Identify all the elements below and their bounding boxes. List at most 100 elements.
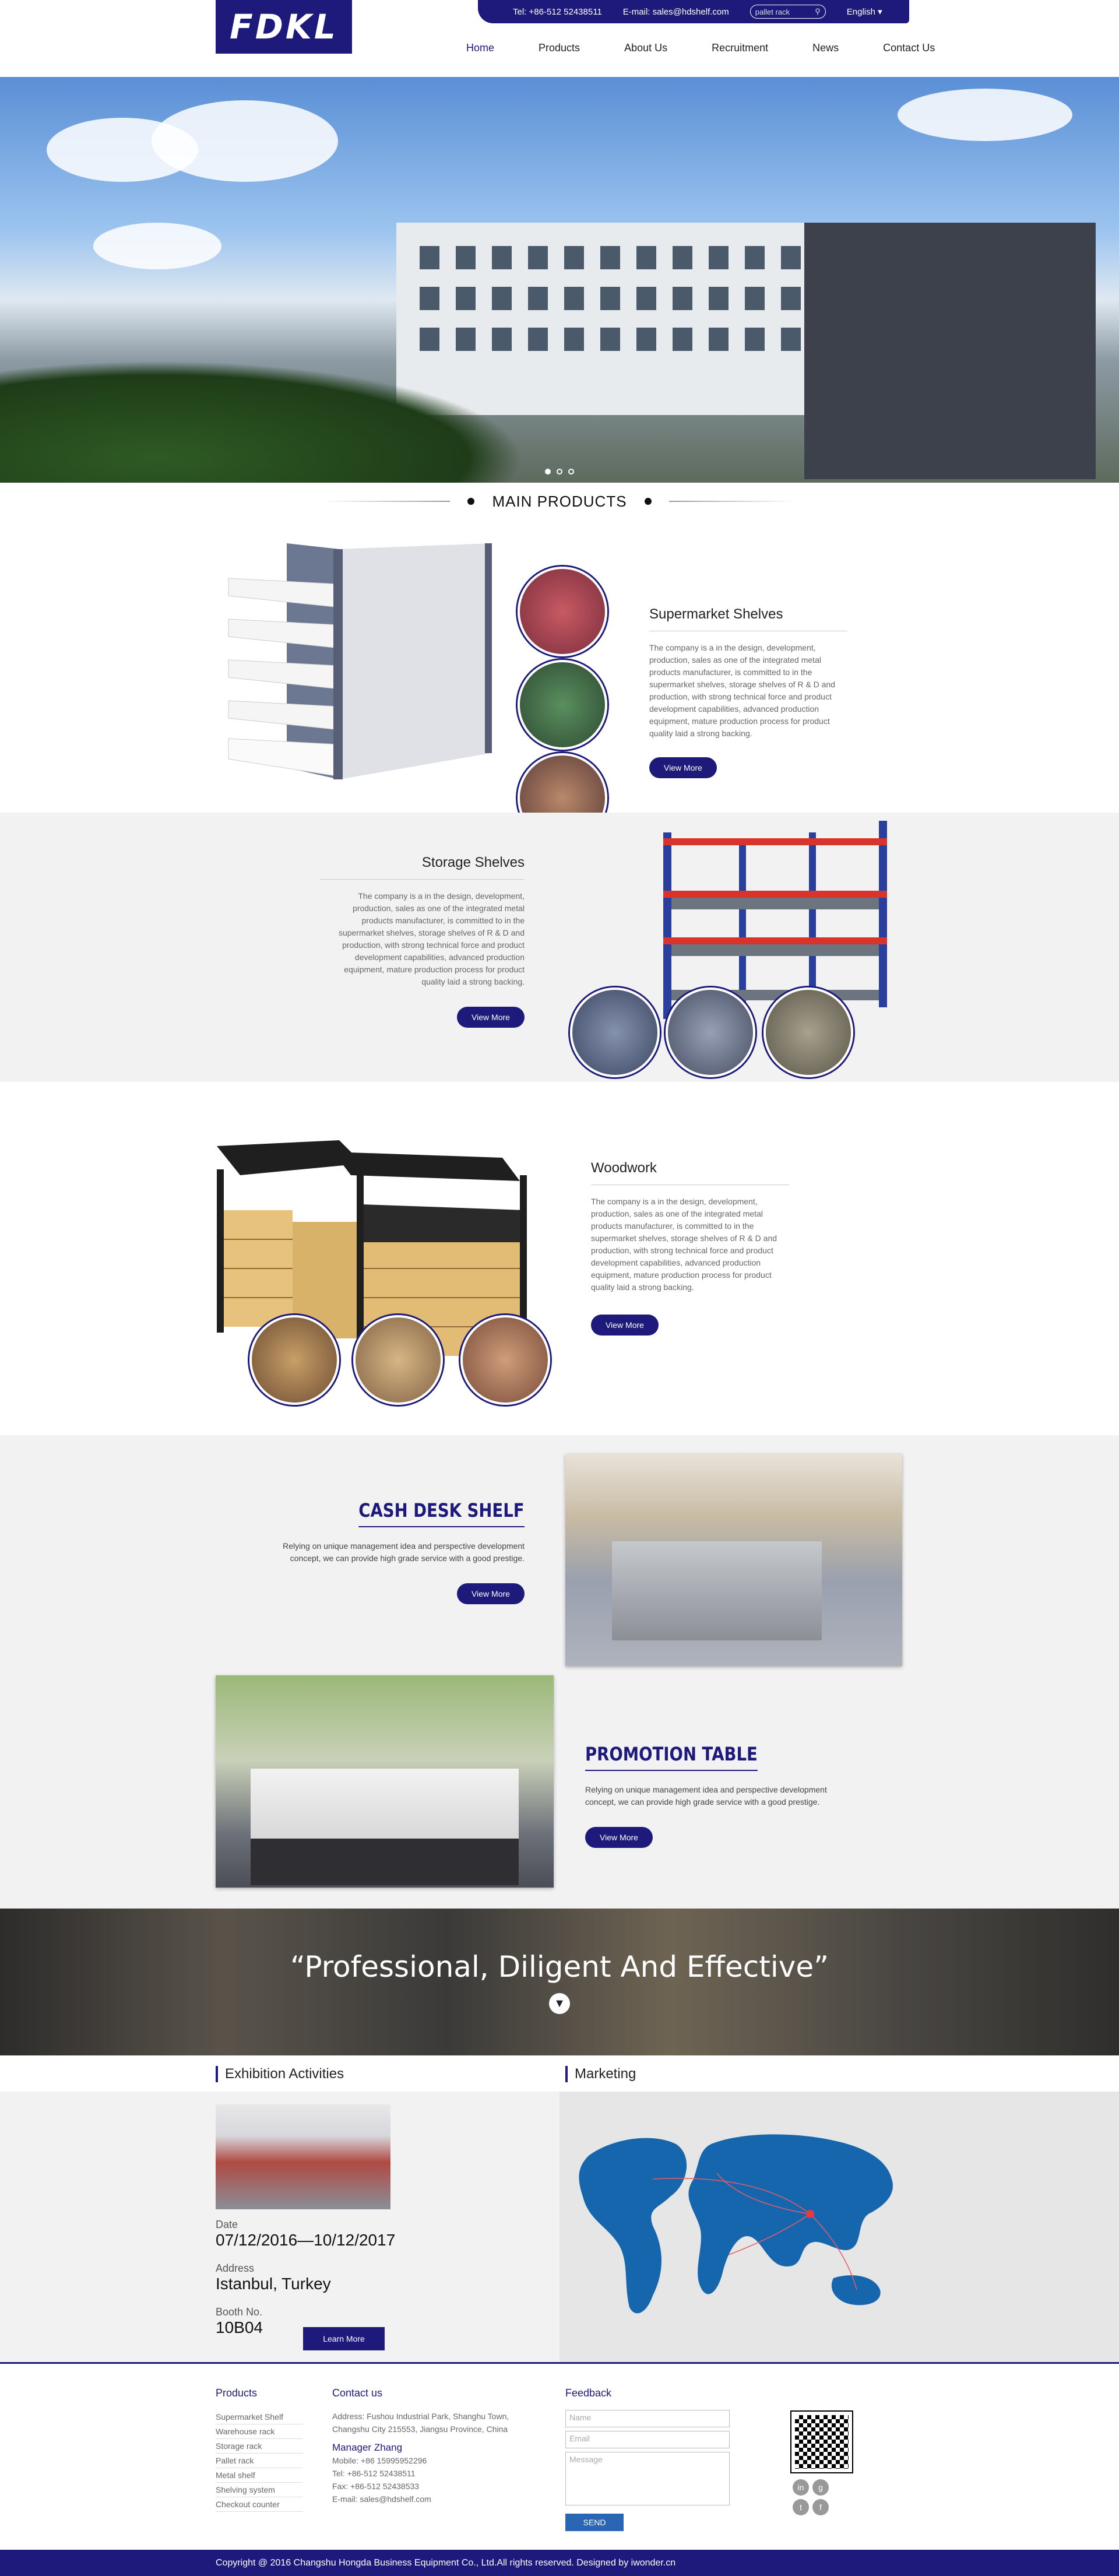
product-thumbnail[interactable]	[460, 1315, 550, 1405]
chevron-down-icon[interactable]: ▼	[549, 1993, 570, 2014]
exhibition-details: Date 07/12/2016—10/12/2017 Address Istan…	[216, 2219, 395, 2337]
product-woodwork: Woodwork The company is a in the design,…	[0, 1082, 1119, 1435]
search-icon[interactable]: ⚲	[815, 7, 821, 16]
search-input[interactable]: pallet rack	[755, 8, 790, 16]
product-thumbnail[interactable]	[518, 660, 607, 750]
product-description: The company is a in the design, developm…	[591, 1197, 777, 1292]
marketing-heading: Marketing	[565, 2066, 636, 2082]
nav-home[interactable]: Home	[466, 42, 494, 54]
message-field[interactable]: Message	[565, 2452, 730, 2505]
view-more-button[interactable]: View More	[649, 757, 717, 778]
footer-manager: Manager Zhang	[332, 2442, 403, 2453]
product-thumbnail[interactable]	[518, 567, 607, 656]
product-description: Relying on unique management idea and pe…	[283, 1541, 525, 1563]
chevron-down-icon: ▾	[878, 7, 882, 17]
site-header: FDKL Tel: +86-512 52438511 E-mail: sales…	[0, 0, 1119, 77]
product-thumbnail[interactable]	[249, 1315, 339, 1405]
feedback-form: Feedback Name Email Message SEND	[565, 2387, 730, 2531]
footer-contact: Contact us Address: Fushou Industrial Pa…	[332, 2387, 530, 2505]
product-promotion-table: PROMOTION TABLE Relying on unique manage…	[585, 1743, 859, 1848]
address-value: Istanbul, Turkey	[216, 2275, 331, 2293]
footer-tel: Tel: +86-512 52438511	[332, 2469, 416, 2478]
slider-dot[interactable]	[568, 469, 574, 475]
nav-products[interactable]: Products	[539, 42, 580, 54]
facebook-icon[interactable]: f	[812, 2499, 829, 2515]
language-selector[interactable]: English ▾	[847, 6, 882, 17]
product-name: Supermarket Shelves	[649, 606, 847, 631]
footer-link[interactable]: Checkout counter	[216, 2497, 303, 2512]
marketing-panel	[560, 2092, 1119, 2362]
learn-more-button[interactable]: Learn More	[303, 2327, 385, 2350]
nav-news[interactable]: News	[812, 42, 839, 54]
promotion-table-image	[216, 1675, 554, 1888]
product-description: The company is a in the design, developm…	[338, 891, 525, 986]
address-label: Address	[216, 2262, 255, 2274]
product-thumbnail[interactable]	[570, 987, 660, 1077]
product-description: The company is a in the design, developm…	[649, 643, 836, 738]
exhibition-photo	[216, 2104, 390, 2209]
product-name: PROMOTION TABLE	[585, 1743, 758, 1771]
view-more-button[interactable]: View More	[591, 1315, 659, 1336]
footer-mobile: Mobile: +86 15995952296	[332, 2456, 427, 2465]
cloud-graphic	[152, 100, 338, 182]
product-name: CASH DESK SHELF	[358, 1499, 525, 1527]
header-email: E-mail: sales@hdshelf.com	[622, 6, 729, 17]
footer-link[interactable]: Supermarket Shelf	[216, 2410, 303, 2424]
product-thumbnail[interactable]	[763, 987, 853, 1077]
view-more-button[interactable]: View More	[457, 1583, 525, 1604]
cash-desk-image	[565, 1454, 902, 1666]
trees-image	[0, 360, 525, 483]
footer-link[interactable]: Warehouse rack	[216, 2424, 303, 2439]
footer-link[interactable]: Pallet rack	[216, 2454, 303, 2468]
site-logo[interactable]: FDKL	[216, 0, 352, 54]
product-thumbnail[interactable]	[666, 987, 755, 1077]
logo-text: FDKL	[230, 7, 338, 47]
slider-dots	[545, 469, 574, 475]
product-storage-shelves: Storage Shelves The company is a in the …	[0, 813, 1119, 1082]
footer-link[interactable]: Shelving system	[216, 2483, 303, 2497]
linkedin-icon[interactable]: in	[793, 2479, 809, 2496]
footer-link[interactable]: Storage rack	[216, 2439, 303, 2454]
social-icons: in g tf	[793, 2479, 845, 2515]
slogan-banner: “Professional, Diligent And Effective” ▼	[0, 1909, 1119, 2055]
top-contact-bar: Tel: +86-512 52438511 E-mail: sales@hdsh…	[478, 0, 909, 23]
booth-label: Booth No.	[216, 2306, 263, 2318]
language-label: English	[846, 7, 875, 17]
slider-dot[interactable]	[545, 469, 551, 475]
product-description: Relying on unique management idea and pe…	[585, 1785, 827, 1807]
copyright-bar: Copyright @ 2016 Changshu Hongda Busines…	[0, 2550, 1119, 2576]
cloud-graphic	[898, 89, 1072, 141]
supermarket-shelf-image	[228, 543, 492, 779]
footer-email: E-mail: sales@hdshelf.com	[332, 2494, 431, 2504]
qr-code-image	[790, 2410, 853, 2473]
slogan-text: “Professional, Diligent And Effective”	[290, 1950, 829, 1984]
send-button[interactable]: SEND	[565, 2514, 624, 2531]
world-map-image	[579, 2134, 893, 2314]
hero-banner	[0, 77, 1119, 483]
nav-contact-us[interactable]: Contact Us	[883, 42, 935, 54]
twitter-icon[interactable]: t	[793, 2499, 809, 2515]
footer-address: Address: Fushou Industrial Park, Shanghu…	[332, 2412, 509, 2434]
product-thumbnail[interactable]	[353, 1315, 443, 1405]
feedback-title: Feedback	[565, 2387, 612, 2399]
nav-about-us[interactable]: About Us	[624, 42, 667, 54]
view-more-button[interactable]: View More	[457, 1007, 525, 1028]
footer-products: Products Supermarket Shelf Warehouse rac…	[216, 2387, 303, 2512]
name-field[interactable]: Name	[565, 2410, 730, 2427]
nav-recruitment[interactable]: Recruitment	[712, 42, 768, 54]
footer-contact-title: Contact us	[332, 2387, 383, 2399]
product-supermarket-shelves: Supermarket Shelves The company is a in …	[0, 520, 1119, 843]
google-plus-icon[interactable]: g	[812, 2479, 829, 2496]
view-more-button[interactable]: View More	[585, 1827, 653, 1848]
search-box[interactable]: pallet rack ⚲	[749, 5, 826, 19]
date-label: Date	[216, 2219, 238, 2230]
section-title: MAIN PRODUCTS	[492, 492, 627, 510]
slider-dot[interactable]	[557, 469, 562, 475]
copyright-text: Copyright @ 2016 Changshu Hongda Busines…	[216, 2557, 676, 2568]
footer-link[interactable]: Metal shelf	[216, 2468, 303, 2483]
email-field[interactable]: Email	[565, 2431, 730, 2448]
exhibition-heading: Exhibition Activities	[216, 2066, 344, 2082]
header-tel: Tel: +86-512 52438511	[513, 6, 602, 17]
main-nav: Home Products About Us Recruitment News …	[466, 42, 979, 54]
factory-dark-building	[804, 223, 1096, 479]
